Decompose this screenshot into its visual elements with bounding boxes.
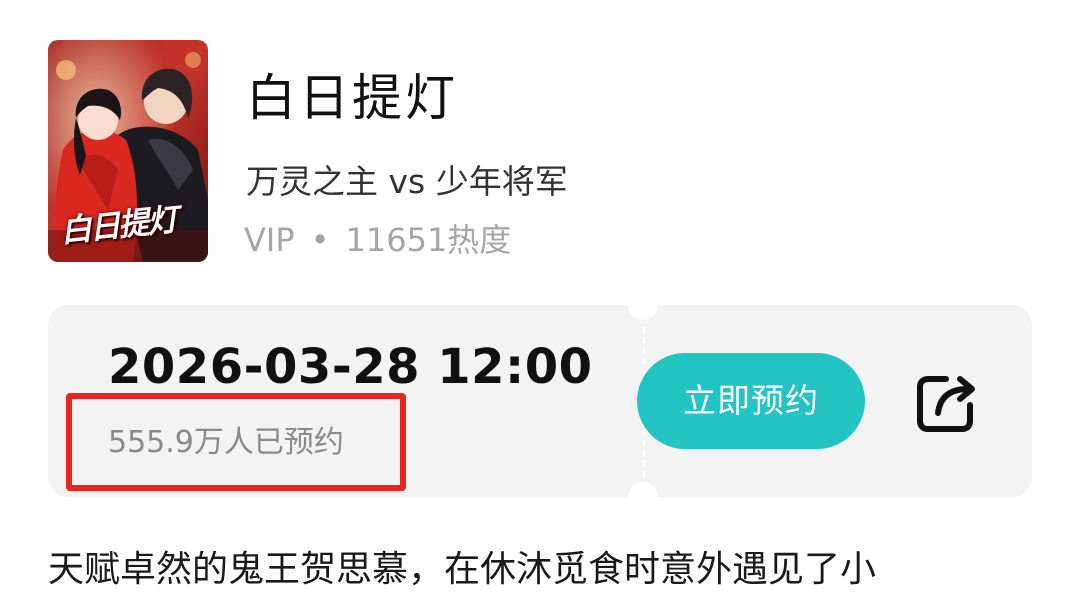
reservation-count-highlight	[66, 393, 406, 491]
ticket-notch-bottom	[628, 482, 658, 512]
show-tagline: 万灵之主 vs 少年将军	[246, 162, 568, 201]
release-time: 2026-03-28 12:00	[108, 339, 593, 395]
ticket-notch-top	[628, 290, 658, 320]
show-description: 天赋卓然的鬼王贺思慕，在休沐觅食时意外遇见了小	[48, 549, 877, 590]
show-title: 白日提灯	[246, 69, 458, 127]
meta-separator: •	[310, 221, 330, 259]
vip-badge: VIP	[244, 221, 295, 259]
share-icon	[917, 376, 975, 432]
share-button[interactable]	[912, 367, 982, 437]
reservation-card: 2026-03-28 12:00 555.9万人已预约 立即预约	[48, 290, 1032, 512]
show-meta: VIP • 11651热度	[244, 215, 511, 261]
poster-image[interactable]: 白日提灯	[48, 40, 208, 262]
show-detail-page: 白日提灯 白日提灯 万灵之主 vs 少年将军 VIP • 11651热度 2026-…	[0, 0, 1080, 608]
reserve-now-button[interactable]: 立即预约	[637, 353, 865, 449]
heat-score: 11651热度	[345, 221, 512, 259]
